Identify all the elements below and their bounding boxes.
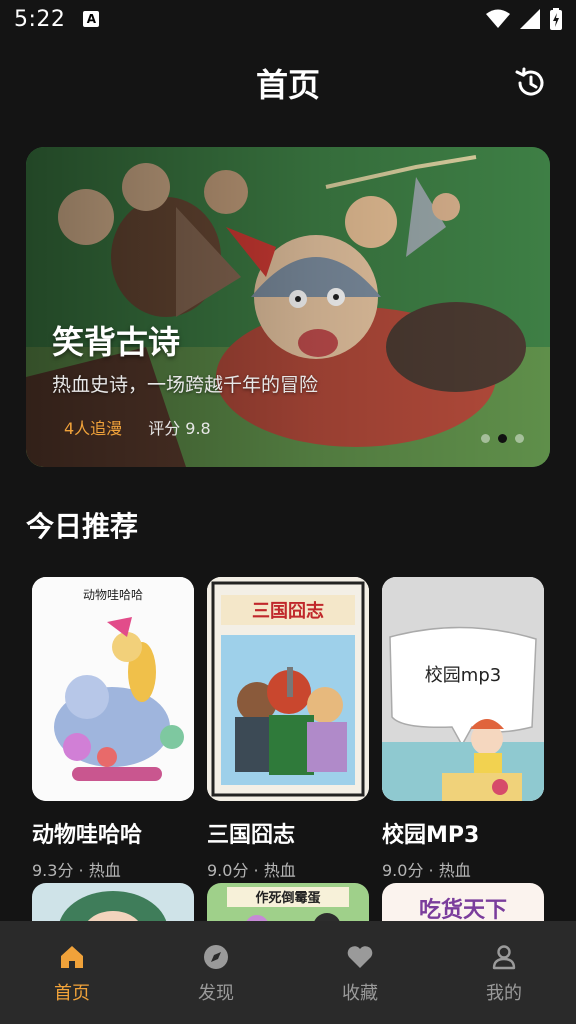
comic-card[interactable]: 动物哇哈哈 动物哇哈哈 9.3分 · 热血 <box>32 577 194 881</box>
banner-subtitle: 热血史诗，一场跨越千年的冒险 <box>52 374 319 396</box>
comic-cover[interactable]: 三国囧志 <box>207 577 369 801</box>
comic-card[interactable]: 三国囧志 三国囧志 9.0分 · 热血 <box>207 577 369 881</box>
section-title-recommend: 今日推荐 <box>26 510 139 543</box>
banner-title: 笑背古诗 <box>52 323 181 361</box>
heart-icon <box>347 946 373 968</box>
nav-label: 发现 <box>198 983 234 1004</box>
status-bar: 5:22 A <box>0 0 576 38</box>
cover-text: 校园mp3 <box>425 665 501 686</box>
banner-rating: 评分 9.8 <box>148 419 211 438</box>
cover-text: 动物哇哈哈 <box>83 588 143 602</box>
comic-title: 动物哇哈哈 <box>32 823 143 848</box>
home-icon <box>61 946 83 968</box>
carousel-dot[interactable] <box>481 434 490 443</box>
status-time: 5:22 <box>14 6 66 32</box>
history-icon[interactable] <box>514 66 548 100</box>
app-header: 首页 <box>0 38 576 128</box>
cover-illustration: 动物哇哈哈 <box>32 577 194 801</box>
comic-cover[interactable]: 动物哇哈哈 <box>32 577 194 801</box>
featured-banner[interactable]: 笑背古诗 热血史诗，一场跨越千年的冒险 4人追漫 评分 9.8 <box>26 147 550 467</box>
nav-label: 我的 <box>486 983 522 1004</box>
compass-icon <box>204 945 228 969</box>
bottom-nav: 首页 发现 收藏 我的 <box>0 921 576 1024</box>
banner-fans-count: 4人追漫 <box>64 419 123 438</box>
nav-label: 首页 <box>54 983 90 1004</box>
comic-title: 校园MP3 <box>382 823 480 848</box>
nav-item-favorites[interactable]: 收藏 <box>288 921 432 1024</box>
signal-icon <box>520 9 540 29</box>
comic-meta: 9.0分 · 热血 <box>207 861 296 880</box>
user-icon <box>492 945 516 970</box>
comic-card[interactable]: 校园mp3 校园MP3 9.0分 · 热血 <box>382 577 544 881</box>
wifi-icon <box>486 9 510 28</box>
comic-meta: 9.3分 · 热血 <box>32 861 121 880</box>
banner-meta: 4人追漫 评分 9.8 <box>64 415 211 439</box>
carousel-dot[interactable] <box>515 434 524 443</box>
notification-icon: A <box>83 11 100 27</box>
nav-item-home[interactable]: 首页 <box>0 921 144 1024</box>
cover-text: 吃货天下 <box>419 897 507 923</box>
carousel-dot-active[interactable] <box>498 434 507 443</box>
nav-item-discover[interactable]: 发现 <box>144 921 288 1024</box>
comic-meta: 9.0分 · 热血 <box>382 861 471 880</box>
cover-illustration: 三国囧志 <box>207 577 369 801</box>
carousel-indicator <box>481 434 524 443</box>
cover-text: 三国囧志 <box>252 600 324 622</box>
page-title: 首页 <box>255 66 320 104</box>
battery-icon <box>550 8 562 30</box>
nav-label: 收藏 <box>342 983 378 1004</box>
cover-text: 作死倒霉蛋 <box>255 890 320 906</box>
nav-item-profile[interactable]: 我的 <box>432 921 576 1024</box>
comic-title: 三国囧志 <box>207 823 296 848</box>
comic-cover[interactable]: 校园mp3 <box>382 577 544 801</box>
cover-illustration: 校园mp3 <box>382 577 544 801</box>
